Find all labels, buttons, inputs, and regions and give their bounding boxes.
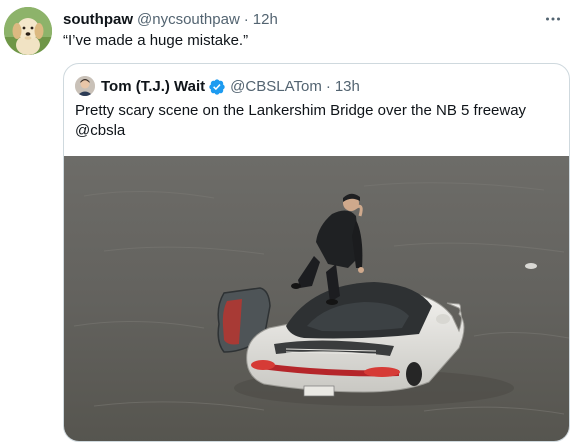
more-horizontal-icon [546, 17, 560, 21]
tweet: southpaw @nycsouthpaw · 12h “I’ve made a… [0, 0, 572, 446]
golden-retriever-puppy-icon [4, 7, 52, 55]
quoted-tweet-text: Pretty scary scene on the Lankershim Bri… [75, 102, 527, 139]
quoted-author-avatar[interactable] [75, 76, 95, 96]
tweet-text: “I’ve made a huge mistake.” [63, 32, 249, 49]
flooded-car-photo [64, 156, 569, 441]
separator-dot: · [243, 10, 249, 28]
author-name[interactable]: southpaw [63, 11, 133, 28]
tweet-header: southpaw @nycsouthpaw · 12h [63, 9, 532, 29]
quoted-author-handle[interactable]: @CBSLATom [230, 78, 322, 95]
tweet-time[interactable]: 12h [253, 11, 278, 28]
quoted-tweet-time[interactable]: 13h [335, 78, 360, 95]
more-button[interactable] [540, 6, 566, 32]
quoted-author-name[interactable]: Tom (T.J.) Wait [101, 78, 205, 95]
author-avatar[interactable] [4, 7, 52, 55]
quoted-tweet[interactable]: Tom (T.J.) Wait @CBSLATom · 13h Pretty s… [63, 63, 570, 442]
person-avatar-icon [75, 76, 95, 96]
author-handle[interactable]: @nycsouthpaw [137, 11, 240, 28]
quoted-tweet-header: Tom (T.J.) Wait @CBSLATom · 13h [75, 76, 360, 96]
verified-badge-icon [208, 78, 226, 96]
separator-dot: · [325, 77, 331, 95]
quoted-tweet-media[interactable] [64, 156, 569, 441]
